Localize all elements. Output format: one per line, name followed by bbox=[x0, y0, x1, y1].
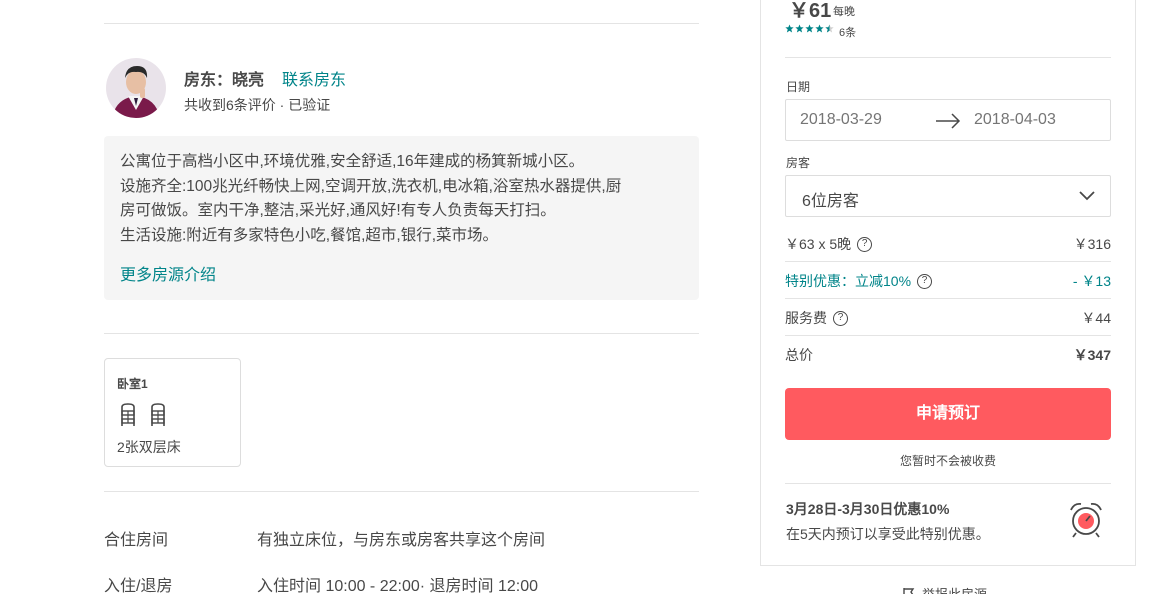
host-avatar[interactable] bbox=[106, 58, 166, 118]
rating-stars bbox=[785, 24, 834, 33]
room-title: 卧室1 bbox=[117, 377, 148, 391]
rule-value: 入住时间 10:00 - 22:00· 退房时间 12:00 bbox=[257, 578, 539, 594]
description-line: 设施齐全:100兆光纤畅快上网,空调开放,洗衣机,电冰箱,浴室热水器提供,厨 bbox=[120, 177, 622, 195]
divider bbox=[104, 333, 699, 334]
rule-value: 有独立床位，与房东或房客共享这个房间 bbox=[257, 532, 546, 549]
rule-label: 合住房间 bbox=[104, 532, 169, 549]
guests-value: 6位房客 bbox=[802, 193, 859, 210]
star-icon bbox=[785, 24, 794, 33]
bunk-bed-icon bbox=[151, 403, 165, 426]
request-booking-button[interactable]: 申请预订 bbox=[785, 388, 1111, 440]
host-label: 房东： bbox=[184, 72, 233, 89]
total-row: 总价 ￥347 bbox=[785, 345, 1111, 365]
bed-type: 2张双层床 bbox=[117, 439, 181, 455]
nightly-price: ￥61 bbox=[789, 0, 832, 22]
chevron-down-icon bbox=[1079, 191, 1095, 201]
star-icon bbox=[795, 24, 804, 33]
contact-host-link[interactable]: 联系房东 bbox=[282, 66, 346, 90]
description-box: 公寓位于高档小区中,环境优雅,安全舒适,16年建成的杨箕新城小区。 设施齐全:1… bbox=[104, 136, 699, 300]
nights-fee-amount: ￥316 bbox=[1073, 236, 1111, 252]
check-out-date[interactable]: 2018-04-03 bbox=[974, 111, 1056, 129]
host-name-value: 晓亮 bbox=[232, 72, 265, 89]
room-card: 卧室1 2张双层床 bbox=[104, 358, 241, 467]
service-fee-row: 服务费? ￥44 bbox=[785, 308, 1111, 328]
promo-title: 3月28日-3月30日优惠10% bbox=[786, 501, 950, 517]
divider bbox=[104, 491, 699, 492]
dates-label: 日期 bbox=[786, 80, 811, 94]
host-meta: 共收到6条评价 · 已验证 bbox=[184, 97, 331, 113]
divider bbox=[785, 261, 1111, 262]
discount-label: 特别优惠：立减10% bbox=[785, 273, 912, 289]
discount-row: 特别优惠：立减10%? - ￥13 bbox=[785, 271, 1111, 291]
divider bbox=[785, 298, 1111, 299]
check-in-date[interactable]: 2018-03-29 bbox=[800, 111, 882, 129]
divider bbox=[785, 335, 1111, 336]
divider bbox=[785, 57, 1111, 58]
description-line: 公寓位于高档小区中,环境优雅,安全舒适,16年建成的杨箕新城小区。 bbox=[120, 153, 585, 170]
description-line: 生活设施:附近有多家特色小吃,餐馆,超市,银行,菜市场。 bbox=[120, 226, 499, 244]
half-star-icon bbox=[825, 24, 834, 33]
bed-icons bbox=[119, 403, 167, 427]
total-label: 总价 bbox=[785, 347, 813, 363]
rule-label: 入住/退房 bbox=[104, 578, 173, 594]
date-range-picker: 2018-03-29 2018-04-03 bbox=[785, 99, 1111, 141]
nights-fee-row: ￥63 x 5晚? ￥316 bbox=[785, 234, 1111, 254]
price-unit: 每晚 bbox=[833, 6, 855, 18]
total-amount: ￥347 bbox=[1073, 347, 1111, 363]
star-icon bbox=[805, 24, 814, 33]
star-icon bbox=[815, 24, 824, 33]
report-label: 举报此房源 bbox=[922, 584, 987, 594]
review-count[interactable]: 6条 bbox=[839, 24, 856, 40]
guests-label: 房客 bbox=[786, 156, 811, 170]
help-icon[interactable]: ? bbox=[917, 273, 933, 289]
promo-text: 在5天内预订以享受此特别优惠。 bbox=[786, 526, 990, 542]
bunk-bed-icon bbox=[121, 403, 135, 426]
service-fee-label: 服务费 bbox=[785, 310, 827, 326]
help-icon[interactable]: ? bbox=[857, 236, 873, 252]
report-listing-link[interactable]: 举报此房源 bbox=[902, 584, 987, 594]
no-charge-note: 您暂时不会被收费 bbox=[899, 454, 996, 468]
host-name: 房东：晓亮 bbox=[184, 66, 264, 90]
arrow-right-icon bbox=[936, 113, 961, 129]
nights-fee-label: ￥63 x 5晚 bbox=[785, 236, 852, 252]
more-description-link[interactable]: 更多房源介绍 bbox=[120, 261, 216, 285]
divider bbox=[104, 23, 699, 24]
flag-icon bbox=[903, 587, 915, 594]
divider bbox=[785, 483, 1111, 484]
help-icon[interactable]: ? bbox=[833, 310, 848, 326]
description-line: 房可做饭。室内干净,整洁,采光好,通风好!有专人负责每天打扫。 bbox=[120, 202, 556, 219]
service-fee-amount: ￥44 bbox=[1081, 310, 1111, 326]
alarm-clock-icon bbox=[1070, 502, 1102, 538]
guests-select[interactable]: 6位房客 bbox=[785, 175, 1111, 217]
discount-amount: - ￥13 bbox=[1072, 273, 1111, 289]
